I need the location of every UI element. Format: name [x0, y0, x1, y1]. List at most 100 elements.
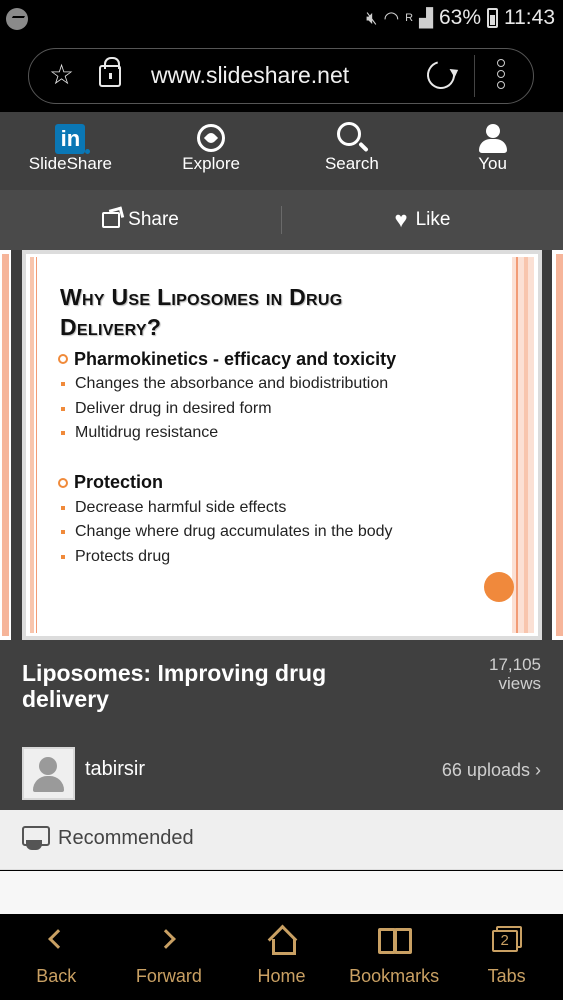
status-indicators: 🔇︎ ◠ R ▟ 63% 11:43	[366, 6, 555, 30]
nav-you[interactable]: You	[422, 112, 563, 190]
share-icon	[102, 212, 121, 228]
slide-decoration-dot	[484, 572, 514, 602]
tabs-icon: 2	[491, 926, 522, 954]
slideshare-nav: in SlideShare Explore Search You	[0, 112, 563, 190]
section-heading: Pharmokinetics - efficacy and toxicity	[58, 346, 498, 372]
battery-percent: 63%	[438, 6, 481, 29]
list-item: Protects drug	[58, 545, 498, 570]
tabs-button[interactable]: 2 Tabs	[450, 914, 563, 1000]
list-item: Deliver drug in desired form	[58, 397, 498, 422]
slide-title-line2: Delivery?	[60, 314, 162, 340]
list-item-text: Deliver drug in desired form	[75, 399, 272, 417]
forward-button[interactable]: Forward	[113, 914, 226, 1000]
nav-label: SlideShare	[28, 154, 112, 173]
bookmarks-button[interactable]: Bookmarks	[338, 914, 451, 1000]
nav-label: Search	[324, 154, 379, 173]
slide-body: Pharmokinetics - efficacy and toxicity C…	[58, 346, 498, 569]
document-info: Liposomes: Improving drug delivery 17,10…	[0, 640, 563, 810]
clock: 11:43	[504, 6, 555, 29]
share-button[interactable]: Share	[0, 209, 281, 231]
url-text[interactable]: www.slideshare.net	[151, 62, 349, 89]
recommended-header: Recommended	[0, 810, 563, 870]
list-item-text: Protects drug	[75, 547, 171, 565]
heart-icon: ♥	[394, 207, 408, 232]
status-bar: 🔇︎ ◠ R ▟ 63% 11:43	[0, 0, 563, 40]
back-label: Back	[36, 966, 77, 986]
linkedin-logo-icon: in	[55, 124, 91, 154]
compass-icon	[197, 124, 226, 152]
tabs-label: Tabs	[487, 966, 526, 986]
square-bullet-icon	[61, 530, 65, 535]
like-button[interactable]: ♥ Like	[282, 209, 563, 231]
document-title: Liposomes: Improving drug delivery	[22, 660, 327, 712]
cell-signal-icon: ▟	[419, 7, 433, 28]
slide-title: Why Use Liposomes in Drug Delivery?	[60, 282, 480, 342]
square-bullet-icon	[61, 431, 65, 436]
forward-arrow-icon	[155, 929, 176, 949]
slide-border-left	[30, 257, 34, 633]
slideshare-icon	[22, 826, 50, 852]
home-button[interactable]: Home	[225, 914, 338, 1000]
list-item: Multidrug resistance	[58, 421, 498, 446]
nav-slideshare[interactable]: in SlideShare	[0, 112, 141, 190]
bookmark-star-icon[interactable]: ☆	[49, 61, 74, 89]
square-bullet-icon	[61, 554, 65, 559]
menu-icon[interactable]	[497, 59, 507, 93]
list-item-text: Multidrug resistance	[75, 424, 219, 442]
reload-icon[interactable]	[421, 55, 461, 95]
views-label: views	[498, 674, 541, 693]
address-divider	[474, 55, 475, 97]
list-item: Changes the absorbance and biodistributi…	[58, 372, 498, 397]
uploads-count: 66 uploads	[441, 760, 530, 780]
view-count: 17,105 views	[489, 655, 541, 693]
nav-label: Explore	[182, 154, 240, 173]
action-bar: Share ♥ Like	[0, 190, 563, 250]
mute-icon: 🔇︎	[366, 7, 378, 28]
list-item-text: Changes the absorbance and biodistributi…	[75, 375, 389, 393]
back-button[interactable]: Back	[0, 914, 113, 1000]
slide-border-right	[512, 257, 534, 633]
slide-title-line1: Why Use Liposomes in Drug	[60, 284, 343, 310]
views-number: 17,105	[489, 655, 541, 674]
recommended-list[interactable]	[0, 871, 563, 914]
current-slide[interactable]: Why Use Liposomes in Drug Delivery? Phar…	[22, 250, 542, 640]
bookmarks-label: Bookmarks	[349, 966, 440, 986]
battery-icon	[487, 8, 498, 28]
next-slide-peek[interactable]	[552, 250, 563, 640]
section-heading-text: Protection	[74, 472, 164, 492]
slide-border-left-line	[36, 257, 37, 633]
circle-bullet-icon	[58, 354, 68, 364]
tab-count: 2	[491, 930, 518, 952]
previous-slide-peek[interactable]	[0, 250, 11, 640]
section-heading-text: Pharmokinetics - efficacy and toxicity	[74, 348, 397, 369]
square-bullet-icon	[61, 382, 65, 387]
nav-search[interactable]: Search	[282, 112, 423, 190]
user-icon	[478, 124, 507, 154]
list-item-text: Decrease harmful side effects	[75, 498, 287, 516]
browser-toolbar: ☆ www.slideshare.net	[0, 40, 563, 112]
square-bullet-icon	[61, 505, 65, 510]
share-label: Share	[128, 209, 179, 230]
avatar[interactable]	[22, 747, 75, 800]
bookmarks-icon	[378, 928, 413, 954]
browser-bottom-bar: Back Forward Home Bookmarks 2 Tabs	[0, 914, 563, 1000]
wifi-icon: ◠	[383, 7, 400, 28]
like-label: Like	[415, 209, 451, 230]
uploader-name[interactable]: tabirsir	[85, 758, 145, 781]
uploads-link[interactable]: 66 uploads ›	[442, 760, 541, 781]
section-heading: Protection	[58, 470, 498, 496]
recommended-label: Recommended	[58, 827, 194, 849]
chevron-right-icon: ›	[535, 760, 541, 780]
nav-label: You	[478, 154, 507, 173]
slide-viewer[interactable]: Why Use Liposomes in Drug Delivery? Phar…	[0, 250, 563, 640]
list-item: Decrease harmful side effects	[58, 496, 498, 521]
list-item: Change where drug accumulates in the bod…	[58, 520, 498, 545]
nav-explore[interactable]: Explore	[141, 112, 282, 190]
lock-icon[interactable]	[99, 57, 121, 87]
back-arrow-icon	[48, 929, 69, 949]
messenger-icon	[6, 8, 28, 30]
home-icon	[268, 928, 297, 955]
home-label: Home	[257, 966, 306, 986]
signal-icon: R	[405, 12, 414, 24]
address-bar[interactable]: ☆ www.slideshare.net	[28, 48, 534, 104]
